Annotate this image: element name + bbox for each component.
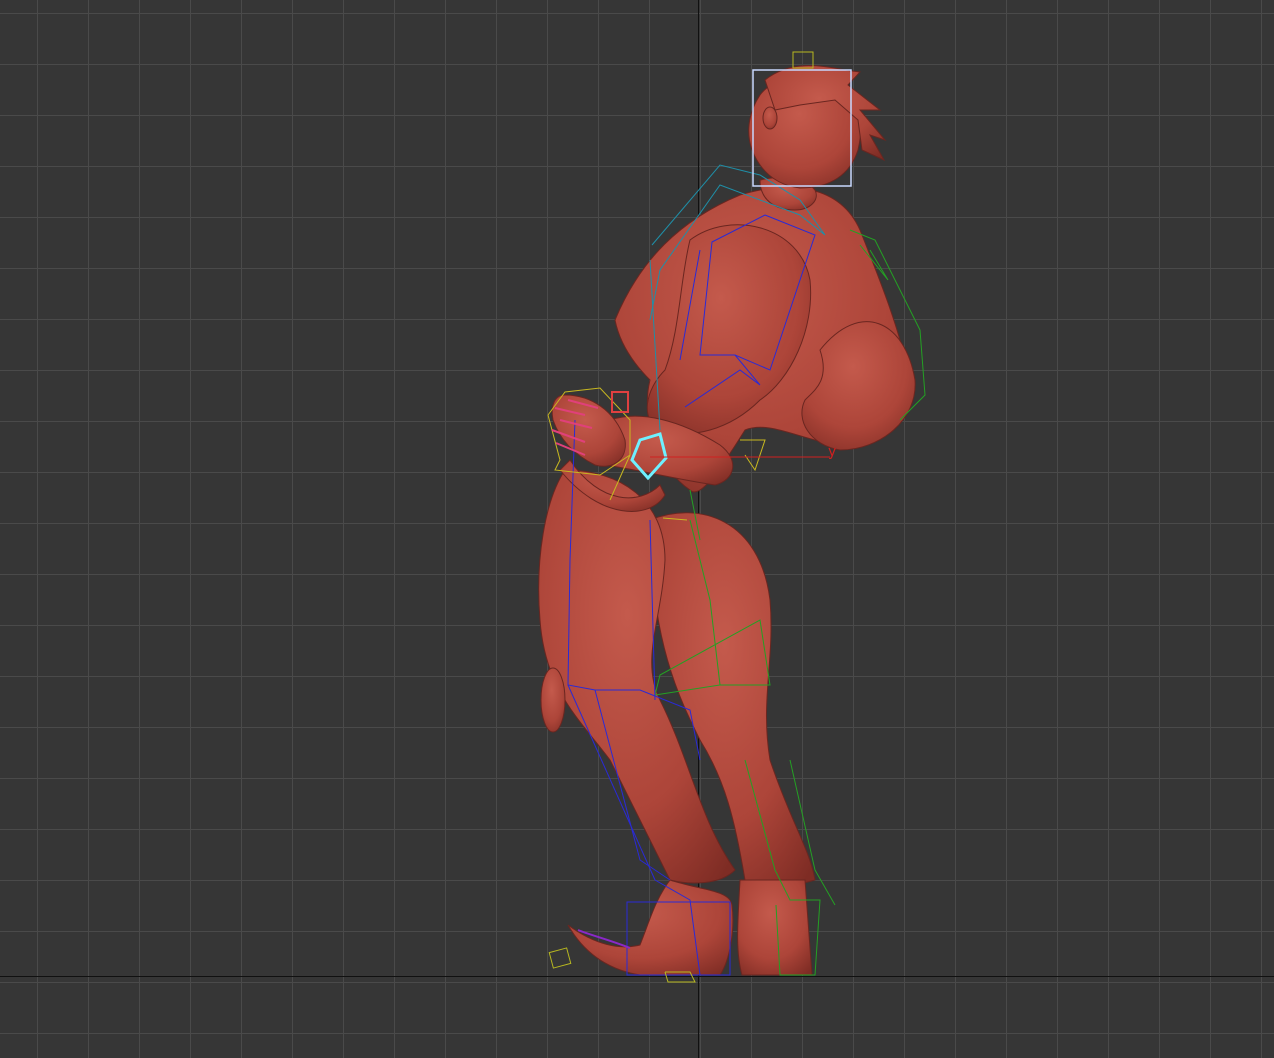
character-scene: y <box>538 51 926 983</box>
gizmo-y-label: y <box>828 444 836 460</box>
foot-toe-control <box>548 947 572 969</box>
3d-viewport[interactable]: y <box>0 0 1274 1058</box>
front-shoe <box>567 879 734 976</box>
character-model <box>538 65 916 976</box>
knee-pad <box>540 667 566 733</box>
back-foot <box>737 879 813 976</box>
ear <box>762 106 778 130</box>
